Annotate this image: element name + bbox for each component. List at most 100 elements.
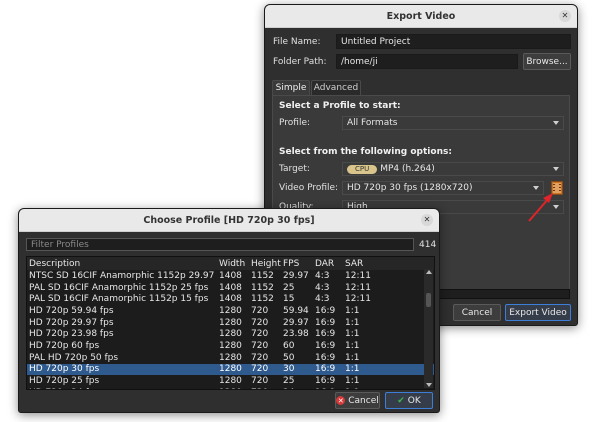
cell-width: 1280 [219,352,242,363]
cell-description: HD 720p 24 fps [27,388,217,389]
export-dialog-titlebar: Export Video ✕ [265,5,577,28]
table-header: Description Width Height FPS DAR SAR [27,257,434,270]
column-header-description[interactable]: Description [27,259,217,269]
filter-profiles-input[interactable]: Filter Profiles [26,238,414,251]
folder-path-label: Folder Path: [273,57,327,67]
table-row[interactable]: HD 720p 29.97 fps 1280 720 29.97 16:9 1:1 [27,317,434,329]
cell-description: HD 720p 30 fps [29,364,100,375]
tab-advanced[interactable]: Advanced [311,80,361,95]
cell-width: 1280 [219,329,242,340]
cell-fps: 59.94 [283,305,309,316]
cell-height: 720 [251,329,269,340]
folder-path-field[interactable]: /home/ji [336,54,518,69]
cell-fps: 25 [283,376,295,387]
column-header-height[interactable]: Height [249,259,281,269]
profile-count: 414 [419,240,437,250]
cell-description: NTSC SD 16CIF Anamorphic 1152p 29.97 fps [29,270,217,281]
table-body: NTSC SD 16CIF Anamorphic 1152p 29.97 fps… [27,270,434,389]
target-combo[interactable]: CPU MP4 (h.264) [342,162,564,176]
close-icon[interactable]: ✕ [559,10,571,22]
cell-dar: 16:9 [315,352,336,363]
profile-value: All Formats [347,118,398,128]
target-label: Target: [279,164,310,174]
column-header-fps[interactable]: FPS [281,259,313,269]
cell-fps: 15 [283,294,295,305]
cpu-badge: CPU [347,164,378,174]
file-name-field[interactable]: Untitled Project [336,34,571,49]
cell-description: HD 720p 59.94 fps [29,305,114,316]
cell-fps: 23.98 [283,329,309,340]
table-row[interactable]: HD 720p 30 fps 1280 720 30 16:9 1:1 [27,363,434,376]
cell-description: HD 720p 29.97 fps [29,317,114,328]
cell-width: 1280 [217,388,249,389]
export-video-button[interactable]: Export Video [505,304,571,321]
ok-button[interactable]: ✔ OK [385,392,433,409]
cell-dar: 4:3 [315,294,330,305]
options-heading: Select from the following options: [279,147,452,157]
table-row[interactable]: NTSC SD 16CIF Anamorphic 1152p 29.97 fps… [27,270,434,282]
profile-combo[interactable]: All Formats [342,116,564,130]
column-header-sar[interactable]: SAR [343,259,403,269]
choose-profile-dialog: Choose Profile [HD 720p 30 fps] ✕ Filter… [18,208,440,413]
choose-dialog-title: Choose Profile [HD 720p 30 fps] [143,214,315,226]
cell-fps: 25 [283,282,295,293]
file-name-value: Untitled Project [341,36,411,47]
scroll-up-icon[interactable] [426,270,432,274]
cell-description: HD 720p 25 fps [29,376,100,387]
tab-simple[interactable]: Simple [272,80,310,95]
target-combo-content: CPU MP4 (h.264) [347,164,435,174]
cell-dar: 16:9 [313,388,343,389]
cancel-button[interactable]: Cancel [453,304,501,321]
cell-fps: 50 [283,352,295,363]
cell-width: 1408 [219,270,242,281]
cell-height: 720 [251,352,269,363]
cell-height: 720 [251,317,269,328]
cell-width: 1280 [219,376,242,387]
browse-button[interactable]: Browse... [523,53,571,70]
cancel-icon: ✕ [336,396,346,405]
column-header-dar[interactable]: DAR [313,259,343,269]
cell-height: 720 [249,388,281,389]
ok-label: OK [407,395,421,406]
cell-width: 1408 [219,294,242,305]
cell-description: HD 720p 23.98 fps [29,329,114,340]
scrollbar-thumb[interactable] [426,293,431,307]
table-scrollbar[interactable] [424,269,433,388]
cell-width: 1280 [219,305,242,316]
table-row[interactable]: HD 720p 24 fps12807202416:91:1 [27,387,434,389]
table-row[interactable]: HD 720p 59.94 fps 1280 720 59.94 16:9 1:1 [27,305,434,317]
check-icon: ✔ [397,395,405,406]
video-profile-value: HD 720p 30 fps (1280x720) [347,183,473,193]
cell-fps: 29.97 [283,317,309,328]
cell-height: 1152 [251,282,274,293]
cell-fps: 60 [283,340,295,351]
chevron-down-icon [553,205,559,209]
cell-fps: 30 [283,364,295,375]
cell-sar: 12:11 [345,270,371,281]
cell-height: 720 [251,376,269,387]
scroll-down-icon[interactable] [426,383,432,387]
export-dialog-title: Export Video [386,10,456,22]
cell-sar: 1:1 [343,388,403,389]
cell-height: 1152 [251,270,274,281]
cell-height: 720 [251,340,269,351]
cell-dar: 16:9 [315,376,336,387]
video-profile-combo[interactable]: HD 720p 30 fps (1280x720) [342,181,544,195]
profile-picker-icon[interactable] [551,181,563,195]
cell-dar: 4:3 [315,270,330,281]
cell-height: 1152 [251,294,274,305]
select-profile-heading: Select a Profile to start: [279,101,401,111]
chevron-down-icon [553,121,559,125]
table-row[interactable]: PAL HD 720p 50 fps 1280 720 50 16:9 1:1 [27,352,434,364]
table-row[interactable]: HD 720p 60 fps 1280 720 60 16:9 1:1 [27,340,434,352]
table-row[interactable]: PAL SD 16CIF Anamorphic 1152p 25 fps 1408… [27,282,434,294]
close-icon[interactable]: ✕ [421,214,433,226]
table-row[interactable]: HD 720p 23.98 fps 1280 720 23.98 16:9 1:1 [27,328,434,340]
profiles-table: Description Width Height FPS DAR SAR NTS… [26,256,435,390]
choose-cancel-button[interactable]: ✕ Cancel [335,392,380,409]
table-row[interactable]: HD 720p 25 fps 1280 720 25 16:9 1:1 [27,375,434,387]
table-row[interactable]: PAL SD 16CIF Anamorphic 1152p 15 fps 1408… [27,293,434,305]
chevron-down-icon [553,167,559,171]
cell-sar: 1:1 [345,364,360,375]
column-header-width[interactable]: Width [217,259,249,269]
